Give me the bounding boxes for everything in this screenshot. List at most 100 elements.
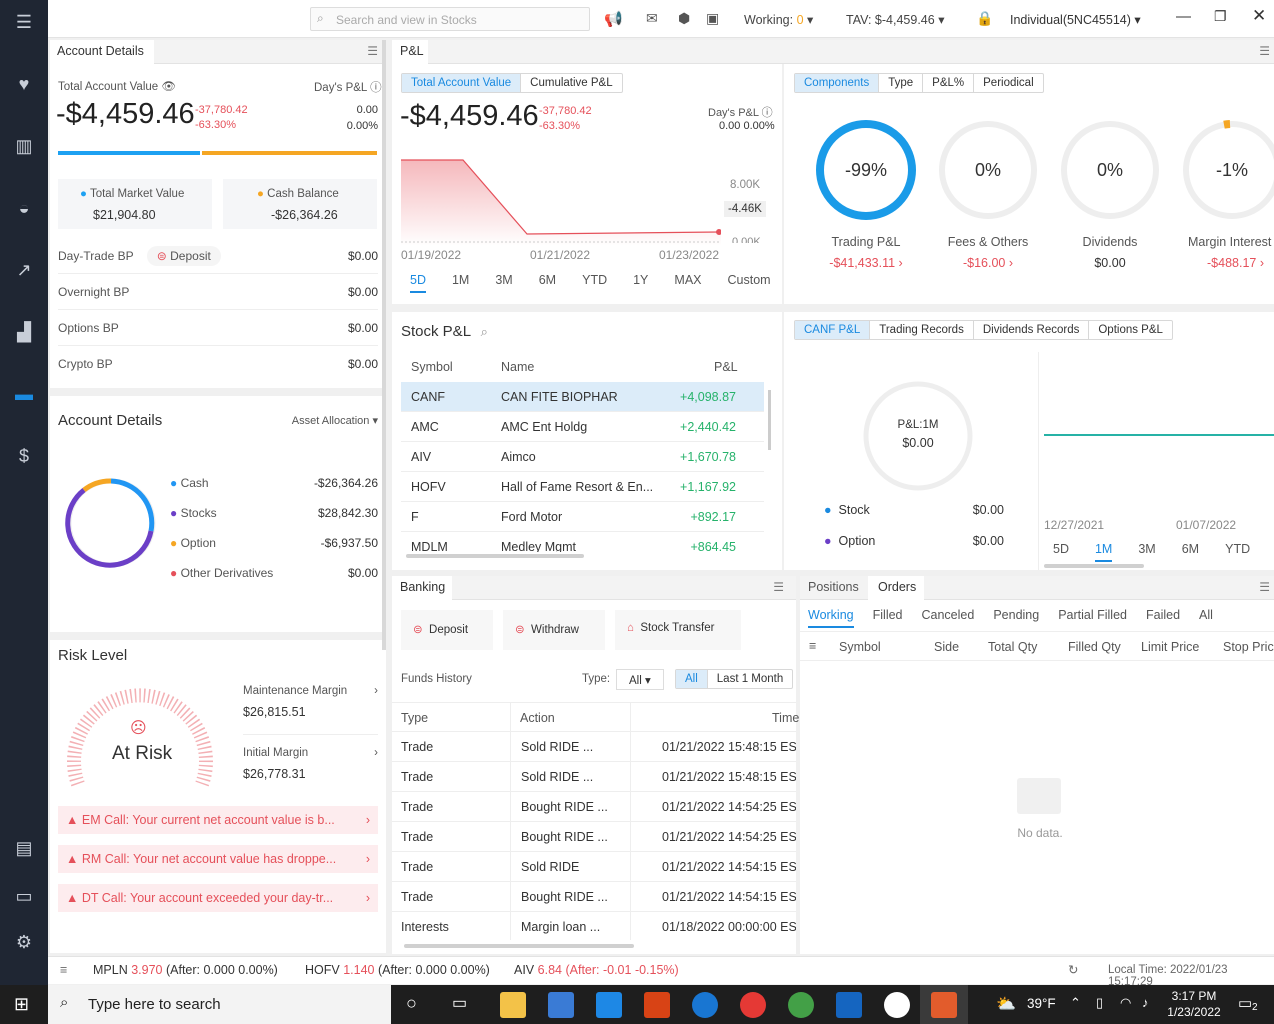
tab-options-pl[interactable]: Options P&L (1089, 321, 1172, 339)
chrome-profile-icon[interactable] (788, 992, 814, 1018)
asset-allocation-dropdown[interactable]: Asset Allocation ▾ (292, 414, 378, 427)
tray-chevron-icon[interactable]: ⌃ (1070, 995, 1081, 1011)
chart-icon[interactable]: ▥ (12, 134, 36, 158)
deposit-button[interactable]: ⊜ Deposit (146, 245, 221, 266)
active-app[interactable] (920, 985, 968, 1024)
panel-menu-icon[interactable]: ☰ (1259, 580, 1270, 594)
tab-orders[interactable]: Orders (868, 576, 924, 600)
tab-canf-pl[interactable]: CANF P&L (795, 321, 871, 339)
deposit-action[interactable]: ⊜ Deposit (401, 610, 493, 650)
cube-icon[interactable]: ⬢ (678, 10, 690, 27)
table-row[interactable]: MDLM Medley Mgmt +864.45 (401, 532, 764, 552)
trade-icon[interactable]: ▟ (12, 320, 36, 344)
settings-icon[interactable]: ⚙ (12, 930, 36, 954)
task-view-icon[interactable]: ▭ (452, 993, 467, 1013)
table-row[interactable]: F Ford Motor +892.17 (401, 502, 764, 532)
tab-periodical[interactable]: Periodical (974, 74, 1043, 92)
minimize-icon[interactable]: — (1176, 8, 1191, 25)
range-3m[interactable]: 3M (1138, 542, 1155, 562)
range-custom[interactable]: Custom (728, 273, 771, 293)
table-row[interactable]: CANF CAN FITE BIOPHAR +4,098.87 (401, 382, 764, 412)
range-5d[interactable]: 5D (1053, 542, 1069, 562)
withdraw-action[interactable]: ⊜ Withdraw (503, 610, 605, 650)
range-6m[interactable]: 6M (1182, 542, 1199, 562)
table-row[interactable]: AIV Aimco +1,670.78 (401, 442, 764, 472)
edge-icon[interactable] (692, 992, 718, 1018)
range-ytd[interactable]: YTD (582, 273, 607, 293)
wifi-icon[interactable]: ◠ (1120, 995, 1131, 1011)
working-orders[interactable]: Working: 0 ▾ (744, 12, 813, 27)
taskbar-search[interactable]: ⌕ Type here to search (48, 985, 391, 1024)
list-icon[interactable]: ≡ (60, 963, 67, 977)
table-row[interactable]: Trade Sold RIDE ... 01/21/2022 15:48:15 ES… (392, 762, 796, 792)
range-1m[interactable]: 1M (1094, 542, 1113, 562)
subtab-canceled[interactable]: Canceled (922, 608, 975, 628)
refresh-icon[interactable]: ↻ (1068, 962, 1078, 977)
scrollbar[interactable] (768, 390, 771, 450)
device-icon[interactable]: ▯ (1096, 995, 1103, 1011)
account-selector[interactable]: Individual(5NC45514) ▾ (1010, 12, 1141, 27)
mail-app-icon[interactable] (596, 992, 622, 1018)
planet-icon[interactable]: ◒ (12, 196, 36, 220)
tab-pl-pct[interactable]: P&L% (923, 74, 975, 92)
subtab-all[interactable]: All (1199, 608, 1213, 628)
chrome-icon[interactable] (740, 992, 766, 1018)
cortana-icon[interactable]: ○ (406, 993, 417, 1014)
table-row[interactable]: Trade Sold RIDE 01/21/2022 14:54:15 EST (392, 852, 796, 882)
margin-interest-value[interactable]: -$488.17 › (1207, 256, 1264, 270)
scrollbar[interactable] (382, 40, 386, 650)
webull-icon[interactable] (884, 992, 910, 1018)
news-icon[interactable]: ▤ (12, 836, 36, 860)
notification-icon[interactable]: ▭ (1238, 994, 1252, 1012)
restore-icon[interactable]: ❐ (1214, 8, 1227, 25)
table-row[interactable]: HOFV Hall of Fame Resort & En... +1,167.92 (401, 472, 764, 502)
range-5d[interactable]: 5D (410, 273, 426, 293)
range-1m[interactable]: 1M (452, 273, 469, 293)
alert-dt-call[interactable]: ▲ DT Call: Your account exceeded your da… (58, 884, 378, 912)
table-row[interactable]: Trade Bought RIDE ... 01/21/2022 14:54:25 … (392, 822, 796, 852)
search-icon[interactable]: ⌕ (481, 324, 488, 339)
table-row[interactable]: Trade Bought RIDE ... 01/21/2022 14:54:25 … (392, 792, 796, 822)
range-1y[interactable]: 1Y (633, 273, 648, 293)
file-explorer-icon[interactable] (500, 992, 526, 1018)
office-icon[interactable] (644, 992, 670, 1018)
range-3m[interactable]: 3M (495, 273, 512, 293)
banking-tab[interactable]: Banking (392, 576, 452, 600)
panel-menu-icon[interactable]: ☰ (773, 580, 784, 594)
range-ytd[interactable]: YTD (1225, 542, 1250, 562)
subtab-working[interactable]: Working (808, 608, 854, 628)
h-scrollbar[interactable] (404, 944, 634, 948)
ticker-mpln[interactable]: MPLN 3.970 (After: 0.000 0.00%) (93, 963, 278, 977)
alert-rm-call[interactable]: ▲ RM Call: Your net account value has dr… (58, 845, 378, 873)
ticker-hofv[interactable]: HOFV 1.140 (After: 0.000 0.00%) (305, 963, 490, 977)
tab-positions[interactable]: Positions (800, 576, 866, 600)
megaphone-icon[interactable]: 📢 (604, 10, 623, 28)
wallet-icon[interactable]: ▬ (12, 382, 36, 406)
table-row[interactable]: Interests Margin loan ... 01/18/2022 00:00… (392, 912, 796, 940)
subtab-pending[interactable]: Pending (993, 608, 1039, 628)
hamburger-menu-icon[interactable]: ☰ (12, 10, 36, 34)
chat-icon[interactable]: ▭ (12, 884, 36, 908)
filter-last-month[interactable]: Last 1 Month (708, 670, 792, 688)
tab-trading-records[interactable]: Trading Records (870, 321, 974, 339)
panel-menu-icon[interactable]: ☰ (1259, 44, 1270, 58)
inbox-icon[interactable]: ▣ (706, 10, 719, 27)
volume-icon[interactable]: ♪ (1142, 995, 1149, 1010)
alert-em-call[interactable]: ▲ EM Call: Your current net account valu… (58, 806, 378, 834)
table-row[interactable]: Trade Bought RIDE ... 01/21/2022 14:54:15 … (392, 882, 796, 912)
trend-icon[interactable]: ↗ (12, 258, 36, 282)
subtab-failed[interactable]: Failed (1146, 608, 1180, 628)
windows-start-icon[interactable]: ⊞ (14, 994, 29, 1015)
maintenance-margin[interactable]: Maintenance Margin › $26,815.51 (243, 685, 378, 719)
h-scrollbar[interactable] (406, 554, 584, 558)
subtab-filled[interactable]: Filled (873, 608, 903, 628)
dollar-icon[interactable]: $ (12, 444, 36, 468)
columns-icon[interactable]: ≡ (809, 639, 816, 653)
tav-dropdown[interactable]: TAV: $-4,459.46 ▾ (846, 12, 944, 27)
filter-all[interactable]: All (676, 670, 708, 688)
heart-icon[interactable]: ♥ (12, 72, 36, 96)
ticker-aiv[interactable]: AIV 6.84 (After: -0.01 -0.15%) (514, 963, 679, 977)
tab-components[interactable]: Components (795, 74, 880, 92)
mail-icon[interactable]: ✉ (646, 10, 658, 27)
panel-tab[interactable]: Account Details (50, 40, 154, 64)
